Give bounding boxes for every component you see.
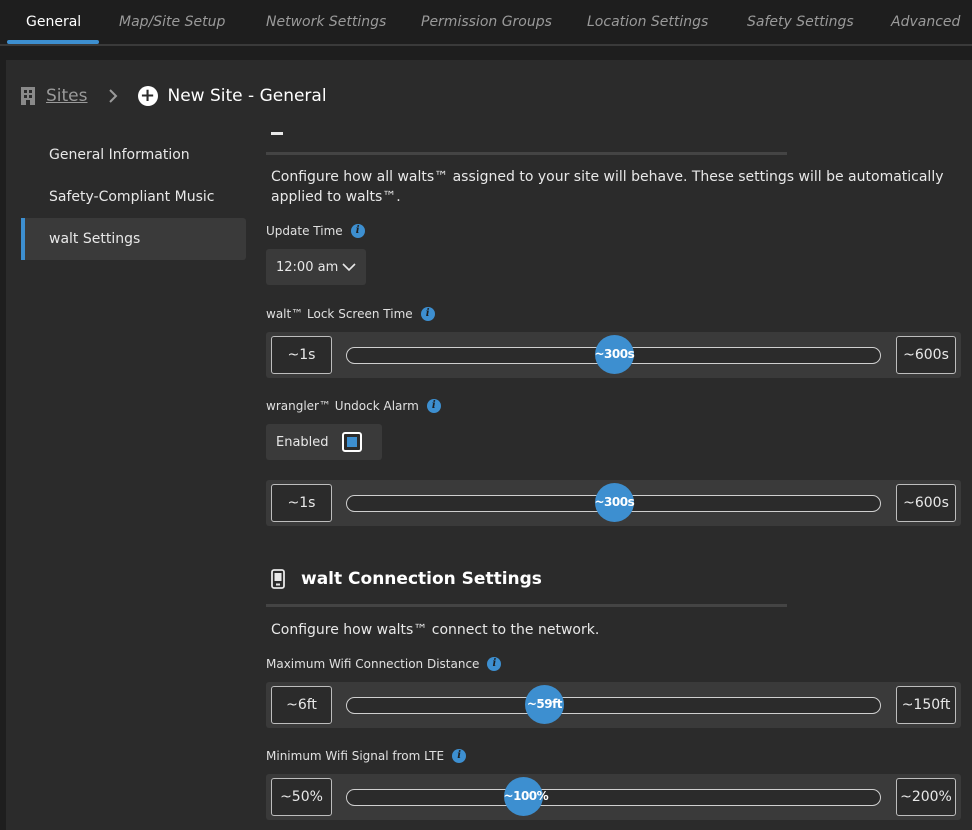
lock-screen-time-slider: ~1s ~300s ~600s: [266, 332, 961, 378]
chevron-down-icon: [342, 263, 356, 272]
tab-advanced[interactable]: Advanced: [891, 0, 960, 44]
slider-max-value: ~600s: [896, 484, 956, 522]
info-icon[interactable]: i: [426, 399, 441, 413]
wifi-distance-label: Maximum Wifi Connection Distance i: [266, 657, 502, 671]
walt-device-icon: [271, 569, 285, 589]
sidebar-item-safety-compliant-music[interactable]: Safety-Compliant Music: [21, 176, 246, 218]
tab-network-settings[interactable]: Network Settings: [266, 0, 386, 44]
update-time-select[interactable]: 12:00 am: [266, 249, 366, 285]
tab-safety-settings[interactable]: Safety Settings: [747, 0, 854, 44]
slider-track[interactable]: [346, 697, 881, 714]
update-time-label-text: Update Time: [266, 224, 343, 238]
connection-settings-title: walt Connection Settings: [301, 569, 542, 589]
slider-max-value: ~200%: [896, 778, 956, 816]
top-tab-bar: General Map/Site Setup Network Settings …: [0, 0, 972, 46]
slider-min-value: ~1s: [271, 336, 332, 374]
slider-track[interactable]: [346, 789, 881, 806]
slider-thumb[interactable]: ~59ft: [524, 685, 564, 724]
breadcrumb-sites-link[interactable]: Sites: [46, 86, 88, 106]
chevron-right-icon: [108, 89, 117, 103]
breadcrumb-current: New Site - General: [167, 86, 327, 106]
lock-screen-time-label: walt™ Lock Screen Time i: [266, 307, 435, 321]
wifi-signal-label-text: Minimum Wifi Signal from LTE: [266, 749, 445, 763]
tab-map-site-setup[interactable]: Map/Site Setup: [119, 0, 225, 44]
tab-permission-groups[interactable]: Permission Groups: [421, 0, 552, 44]
sidebar-item-general-information[interactable]: General Information: [21, 134, 246, 176]
slider-max-value: ~150ft: [896, 686, 956, 724]
undock-alarm-label-text: wrangler™ Undock Alarm: [266, 399, 419, 413]
info-icon[interactable]: i: [420, 307, 435, 321]
info-icon[interactable]: i: [452, 749, 467, 763]
undock-alarm-toggle-label: Enabled: [276, 434, 329, 450]
info-icon[interactable]: i: [487, 657, 502, 671]
slider-max-value: ~600s: [896, 336, 956, 374]
tab-general[interactable]: General: [26, 0, 81, 44]
undock-alarm-label: wrangler™ Undock Alarm i: [266, 399, 441, 413]
scrolled-section-heading-icon: [271, 122, 285, 136]
undock-alarm-checkbox[interactable]: [342, 432, 362, 452]
slider-thumb[interactable]: ~300s: [594, 483, 635, 522]
sidebar-item-walt-settings[interactable]: walt Settings: [21, 218, 246, 260]
slider-min-value: ~6ft: [271, 686, 332, 724]
slider-thumb[interactable]: ~300s: [594, 335, 635, 374]
section-divider: [266, 604, 787, 607]
undock-alarm-slider: ~1s ~300s ~600s: [266, 480, 961, 526]
slider-min-value: ~50%: [271, 778, 332, 816]
wifi-signal-label: Minimum Wifi Signal from LTE i: [266, 749, 467, 763]
connection-settings-description: Configure how walts™ connect to the netw…: [271, 622, 600, 638]
info-icon[interactable]: i: [350, 224, 365, 238]
update-time-value: 12:00 am: [276, 259, 339, 275]
update-time-label: Update Time i: [266, 224, 365, 238]
connection-settings-heading: walt Connection Settings: [270, 566, 542, 592]
active-tab-indicator: [7, 40, 99, 44]
lock-screen-time-label-text: walt™ Lock Screen Time: [266, 307, 413, 321]
tab-location-settings[interactable]: Location Settings: [587, 0, 708, 44]
breadcrumb: Sites + New Site - General: [20, 83, 327, 109]
checkbox-checked-fill: [347, 437, 357, 447]
wifi-distance-slider: ~6ft ~59ft ~150ft: [266, 682, 961, 728]
plus-circle-icon: +: [137, 86, 158, 106]
building-icon: [21, 87, 35, 105]
walt-settings-description: Configure how all walts™ assigned to you…: [271, 169, 944, 205]
undock-alarm-toggle[interactable]: Enabled: [266, 424, 382, 460]
section-divider: [266, 152, 787, 155]
wifi-distance-label-text: Maximum Wifi Connection Distance: [266, 657, 480, 671]
wifi-signal-slider: ~50% ~100% ~200%: [266, 774, 961, 820]
slider-thumb[interactable]: ~100%: [503, 777, 549, 816]
slider-min-value: ~1s: [271, 484, 332, 522]
